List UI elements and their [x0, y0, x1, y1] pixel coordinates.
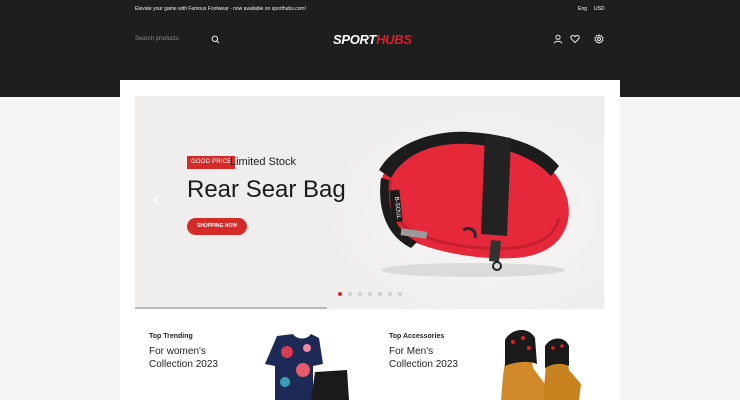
card-men-line2: Collection 2023	[389, 359, 458, 370]
hero-title: Rear Sear Bag	[187, 176, 346, 203]
card-women[interactable]: Top Trending For women's Collection 2023	[149, 320, 379, 400]
slider-dot-2[interactable]	[348, 292, 352, 296]
men-boots-image	[501, 329, 581, 400]
slider-dot-7[interactable]	[398, 292, 402, 296]
card-women-line1: For women's	[149, 346, 206, 357]
card-men-line1: For Men's	[389, 346, 434, 357]
hero-tagline: Limited Stock	[230, 156, 297, 168]
chevron-right-icon[interactable]	[576, 193, 588, 207]
chevron-left-icon[interactable]	[151, 193, 163, 207]
hero-slider: GOOD PRICE Limited Stock Rear Sear Bag S…	[135, 96, 604, 309]
top-bar: Elevate your game with Famous Footwear -…	[0, 0, 740, 18]
search-icon[interactable]	[211, 35, 220, 44]
slider-progress	[135, 307, 328, 309]
slider-dot-3[interactable]	[358, 292, 362, 296]
card-men-label: Top Accessories	[389, 333, 445, 340]
slider-dot-5[interactable]	[378, 292, 382, 296]
currency-selector[interactable]: USD	[594, 6, 605, 12]
search-input[interactable]: Search products	[135, 36, 179, 42]
settings-icon[interactable]	[594, 34, 604, 44]
shop-now-button[interactable]: SHOPPING NOW	[187, 218, 247, 235]
logo-part-sport: SPORT	[333, 32, 377, 47]
search-bar[interactable]: Search products	[135, 33, 221, 47]
slider-dot-6[interactable]	[388, 292, 392, 296]
user-icon[interactable]	[553, 34, 563, 44]
card-men[interactable]: Top Accessories For Men's Collection 202…	[389, 320, 619, 400]
card-women-line2: Collection 2023	[149, 359, 218, 370]
heart-icon[interactable]	[570, 34, 580, 44]
price-badge: GOOD PRICE	[187, 156, 236, 169]
announcement-text: Elevate your game with Famous Footwear -…	[135, 6, 306, 12]
language-selector[interactable]: Eng	[578, 6, 587, 12]
site-logo[interactable]: SPORTHUBS	[333, 32, 412, 47]
slider-dot-4[interactable]	[368, 292, 372, 296]
saddle-bag-image: B-SOUL	[379, 131, 569, 277]
women-jersey-image	[265, 334, 349, 400]
card-women-label: Top Trending	[149, 333, 193, 340]
slider-dot-1[interactable]	[338, 292, 342, 296]
logo-part-hubs: HUBS	[376, 32, 412, 47]
